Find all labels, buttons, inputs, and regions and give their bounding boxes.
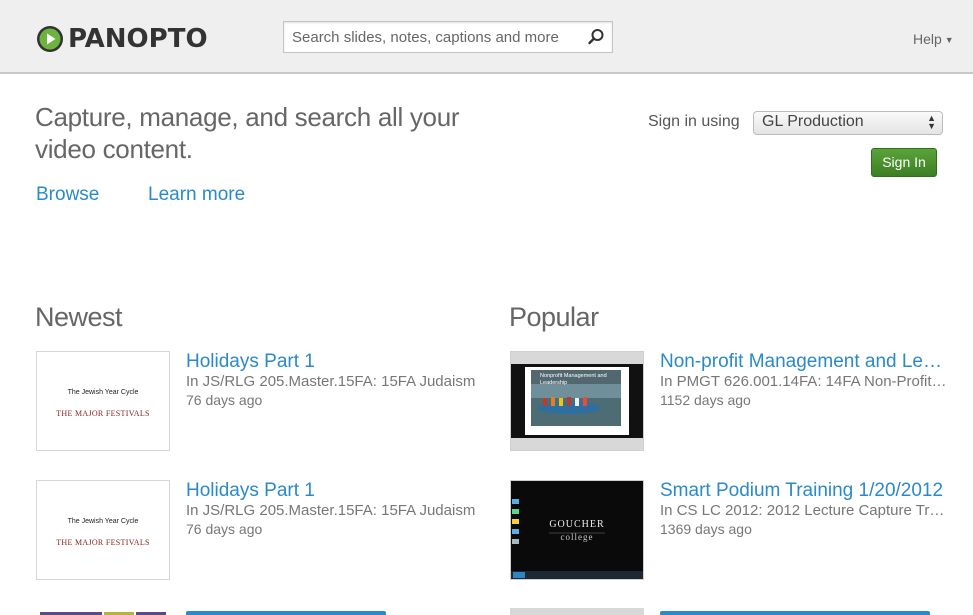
provider-select[interactable]: GL Production ▲ ▼ xyxy=(753,111,943,135)
age-text: 1152 days ago xyxy=(660,392,751,408)
play-logo-icon xyxy=(37,26,63,52)
folder-text: In JS/RLG 205.Master.15FA: 15FA Judaism xyxy=(186,502,476,519)
thumb-logo-subtext: college xyxy=(560,532,594,542)
signin-label: Sign in using xyxy=(648,113,740,130)
help-menu[interactable]: Help ▼ xyxy=(913,31,954,47)
video-title-link[interactable]: Non-profit Management and Leadership xyxy=(660,351,950,373)
age-text: 1369 days ago xyxy=(660,521,752,537)
popular-item-3-title-peek[interactable] xyxy=(660,608,940,615)
popular-heading: Popular xyxy=(509,302,599,332)
folder-text: In CS LC 2012: 2012 Lecture Capture Trai… xyxy=(660,502,950,519)
video-title-link[interactable]: Holidays Part 1 xyxy=(186,480,476,502)
thumb-slide-title: The Jewish Year Cycle xyxy=(67,518,139,525)
logo-text: PANOPTO xyxy=(68,24,208,54)
thumb-slide-title: The Jewish Year Cycle xyxy=(67,389,139,396)
select-arrows-icon: ▲ ▼ xyxy=(927,113,936,131)
item-info: Non-profit Management and Leadership In … xyxy=(660,351,950,409)
video-title-link[interactable]: Holidays Part 1 xyxy=(186,351,476,373)
chevron-down-icon: ▼ xyxy=(944,35,954,45)
help-label: Help xyxy=(913,31,942,47)
video-thumbnail[interactable]: Nonprofit Management and Leadership xyxy=(510,351,644,451)
thumb-logo-text: GOUCHER xyxy=(549,519,605,530)
item-info: Holidays Part 1 In JS/RLG 205.Master.15F… xyxy=(186,480,476,538)
thumb-slide-subtitle: THE MAJOR FESTIVALS xyxy=(56,538,150,547)
item-info: Holidays Part 1 In JS/RLG 205.Master.15F… xyxy=(186,351,476,409)
search-icon[interactable] xyxy=(586,27,606,47)
tagline: Capture, manage, and search all your vid… xyxy=(35,102,460,164)
newest-item-2: The Jewish Year Cycle THE MAJOR FESTIVAL… xyxy=(36,480,476,582)
folder-text: In JS/RLG 205.Master.15FA: 15FA Judaism xyxy=(186,373,476,390)
newest-heading: Newest xyxy=(35,302,123,332)
panopto-logo[interactable]: PANOPTO xyxy=(36,24,208,54)
video-thumbnail[interactable]: The Jewish Year Cycle THE MAJOR FESTIVAL… xyxy=(36,351,170,451)
newest-item-3-title-peek[interactable] xyxy=(186,608,436,615)
age-text: 76 days ago xyxy=(186,521,263,537)
video-thumbnail[interactable]: GOUCHER college xyxy=(510,480,644,580)
video-title-link[interactable]: Smart Podium Training 1/20/2012 xyxy=(660,480,950,502)
folder-text: In PMGT 626.001.14FA: 14FA Non-Profit Ma… xyxy=(660,373,950,390)
thumb-slide-subtitle: THE MAJOR FESTIVALS xyxy=(56,409,150,418)
thumb-caption: Nonprofit Management and Leadership xyxy=(540,373,607,386)
browse-link[interactable]: Browse xyxy=(36,184,99,206)
age-text: 76 days ago xyxy=(186,392,263,408)
top-header: PANOPTO Help▼ xyxy=(0,0,973,74)
sign-in-button[interactable]: Sign In xyxy=(871,148,937,177)
newest-item-1: The Jewish Year Cycle THE MAJOR FESTIVAL… xyxy=(36,351,476,453)
popular-item-3-thumbnail-peek[interactable] xyxy=(510,608,644,615)
provider-selected-value: GL Production xyxy=(762,113,864,130)
search-input[interactable] xyxy=(284,22,574,52)
video-thumbnail[interactable]: The Jewish Year Cycle THE MAJOR FESTIVAL… xyxy=(36,480,170,580)
item-info: Smart Podium Training 1/20/2012 In CS LC… xyxy=(660,480,950,538)
popular-item-1: Nonprofit Management and Leadership Non-… xyxy=(510,351,950,453)
popular-item-2: GOUCHER college Smart Podium Training 1/… xyxy=(510,480,950,582)
newest-item-3-thumbnail-peek[interactable] xyxy=(36,608,170,615)
search-box xyxy=(283,21,613,53)
desktop-screenshot-icon xyxy=(511,481,643,579)
learn-more-link[interactable]: Learn more xyxy=(148,184,245,206)
